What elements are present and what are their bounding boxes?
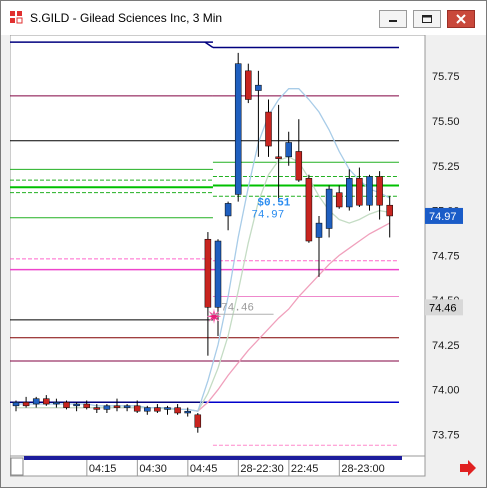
down-candle <box>386 204 393 217</box>
time-tick-label: 04:30 <box>139 463 167 475</box>
time-tick-label: 28-22:30 <box>240 463 283 475</box>
chart-area[interactable]: $0.51 74.97 74.46 73.7574.0074.2574.5074… <box>9 34 478 479</box>
down-candle <box>275 156 282 159</box>
up-candle <box>346 178 353 208</box>
up-candle <box>144 407 151 412</box>
reference-price-label: 74.46 <box>221 302 254 314</box>
time-tick-label: 28-23:00 <box>341 463 384 475</box>
maximize-button[interactable] <box>413 10 441 28</box>
down-candle <box>305 178 313 242</box>
up-candle <box>123 405 131 408</box>
price-tick-label: 74.00 <box>432 385 460 397</box>
down-candle <box>113 405 121 408</box>
reference-price-tag-text: 74.46 <box>429 302 457 314</box>
window-title: S.GILD - Gilead Sciences Inc, 3 Min <box>30 11 223 25</box>
up-candle <box>214 240 222 308</box>
change-label: $0.51 <box>257 198 290 210</box>
up-candle <box>103 405 111 410</box>
up-candle <box>315 222 323 238</box>
down-candle <box>356 178 363 206</box>
up-candle <box>73 403 80 407</box>
price-tick-label: 75.50 <box>432 116 460 128</box>
up-candle <box>224 203 232 217</box>
time-tick-label: 04:45 <box>190 463 218 475</box>
up-candle <box>12 402 20 407</box>
close-button[interactable] <box>447 10 475 28</box>
up-candle <box>285 142 292 158</box>
time-tick-label: 04:15 <box>89 463 117 475</box>
red-right-arrow-icon <box>460 460 476 476</box>
price-tick-label: 74.75 <box>432 250 460 262</box>
app-icon <box>10 11 23 24</box>
chart-window: S.GILD - Gilead Sciences Inc, 3 Min $0.5… <box>0 0 487 488</box>
down-candle <box>295 151 303 181</box>
price-tick-label: 73.75 <box>432 430 460 442</box>
last-price-label: 74.97 <box>251 210 284 222</box>
time-axis[interactable]: 04:15 04:30 04:45 28-22:30 22:45 28-23:00 <box>9 455 426 477</box>
scroll-left-handle[interactable] <box>10 457 24 476</box>
scroll-right-button[interactable] <box>460 460 476 476</box>
down-candle <box>22 402 30 407</box>
pink-star-icon <box>206 309 222 324</box>
up-candle <box>325 188 333 229</box>
price-tick-label: 74.25 <box>432 340 460 352</box>
down-candle <box>204 238 212 308</box>
close-icon <box>456 14 466 24</box>
down-candle <box>83 403 90 408</box>
up-candle <box>53 402 60 405</box>
minimize-button[interactable] <box>379 10 407 28</box>
title-bar[interactable]: S.GILD - Gilead Sciences Inc, 3 Min <box>1 1 486 35</box>
up-candle <box>32 398 40 405</box>
down-candle <box>335 192 343 208</box>
down-candle <box>133 405 141 412</box>
maximize-icon <box>422 15 432 23</box>
time-axis-scrollbar[interactable] <box>24 456 402 460</box>
up-candle <box>255 84 262 91</box>
down-candle <box>43 398 50 405</box>
up-candle <box>234 63 242 195</box>
time-tick-label: 22:45 <box>291 463 319 475</box>
price-tick-label: 75.75 <box>432 71 460 83</box>
price-chart[interactable]: $0.51 74.97 74.46 73.7574.0074.2574.5074… <box>9 34 478 479</box>
star-shape <box>206 309 222 324</box>
down-candle <box>174 407 181 414</box>
last-price-tag-text: 74.97 <box>429 211 457 223</box>
down-candle <box>194 414 202 428</box>
up-candle <box>164 407 171 410</box>
down-candle <box>376 176 383 206</box>
minimize-icon <box>389 20 397 22</box>
down-candle <box>63 402 70 408</box>
up-candle <box>366 176 373 206</box>
down-candle <box>154 407 161 412</box>
down-candle <box>93 407 101 410</box>
down-candle <box>245 70 252 100</box>
price-axis[interactable]: 73.7574.0074.2574.5074.7575.0075.2575.50… <box>432 71 460 441</box>
down-candle <box>265 111 272 147</box>
up-candle <box>184 410 191 414</box>
price-tick-label: 75.25 <box>432 161 460 173</box>
